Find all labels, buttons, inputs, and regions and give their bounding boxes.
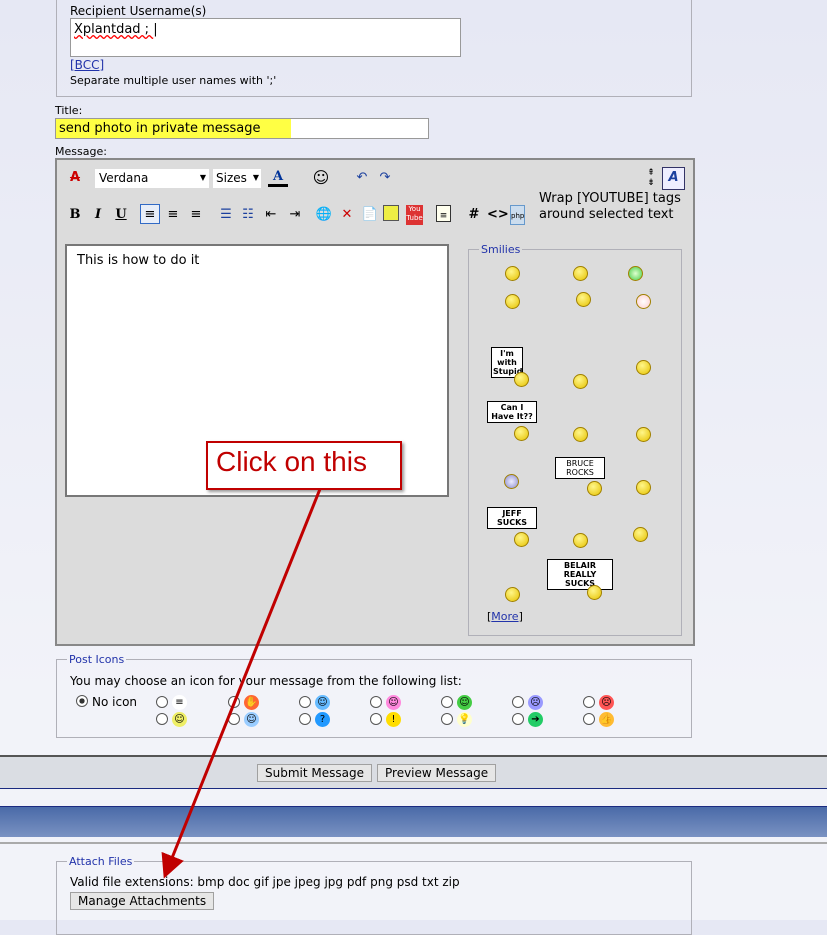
- annotation-arrow: [161, 488, 322, 879]
